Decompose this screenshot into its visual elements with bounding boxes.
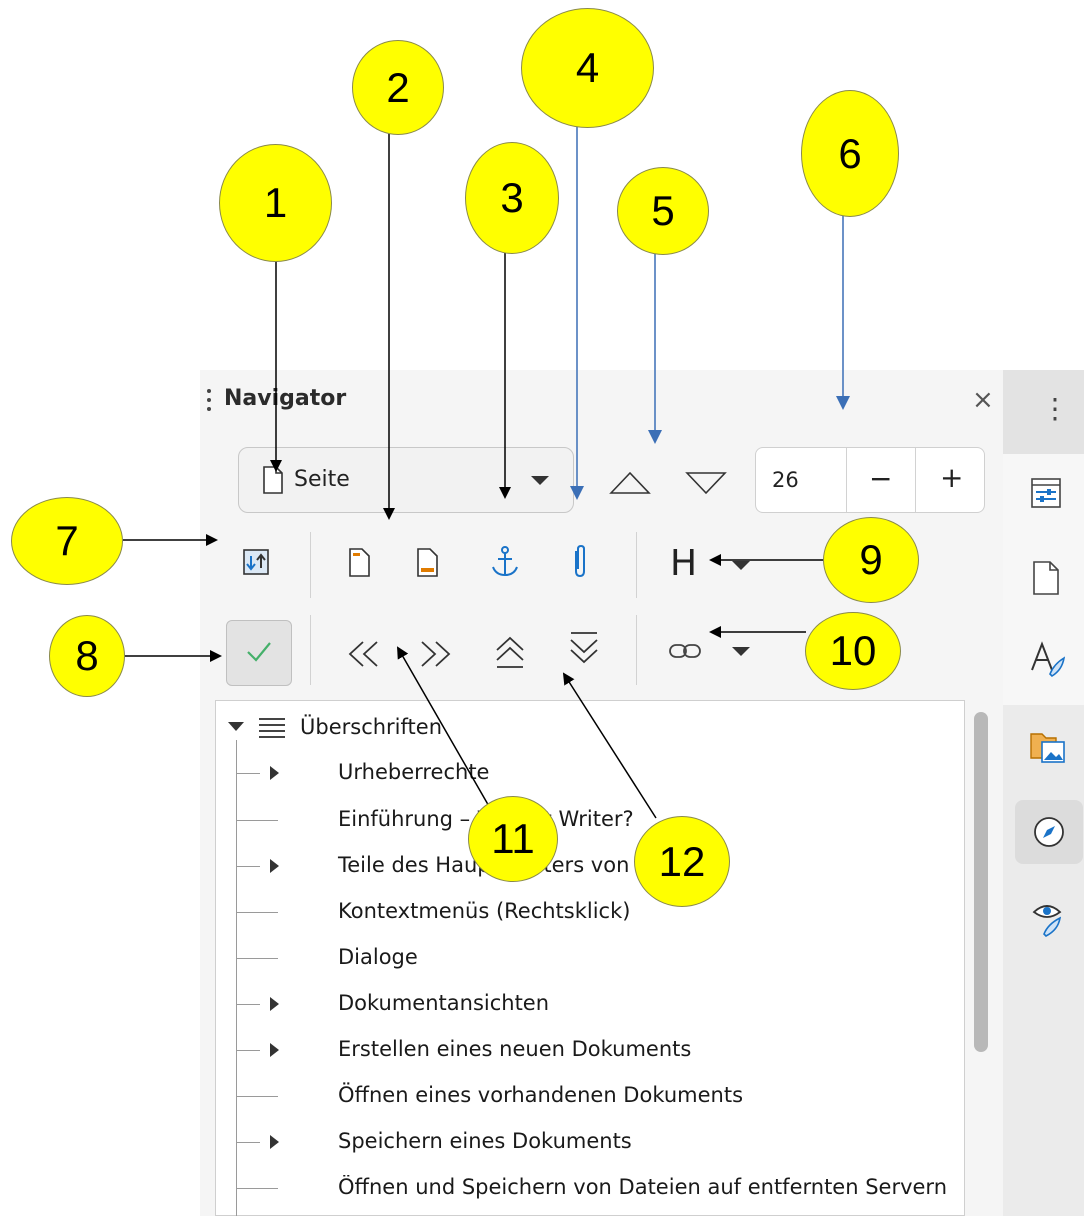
callout-8: 8 — [49, 615, 125, 697]
callout-11: 11 — [468, 796, 558, 882]
callout-7: 7 — [11, 497, 123, 585]
callout-4: 4 — [521, 8, 654, 128]
callout-6: 6 — [801, 90, 899, 217]
callout-12: 12 — [634, 816, 730, 907]
callout-1: 1 — [219, 144, 332, 262]
callout-9: 9 — [823, 517, 919, 603]
callout-2: 2 — [352, 40, 444, 135]
callout-5: 5 — [617, 167, 709, 255]
callout-3: 3 — [465, 142, 559, 254]
callout-10: 10 — [805, 612, 901, 690]
